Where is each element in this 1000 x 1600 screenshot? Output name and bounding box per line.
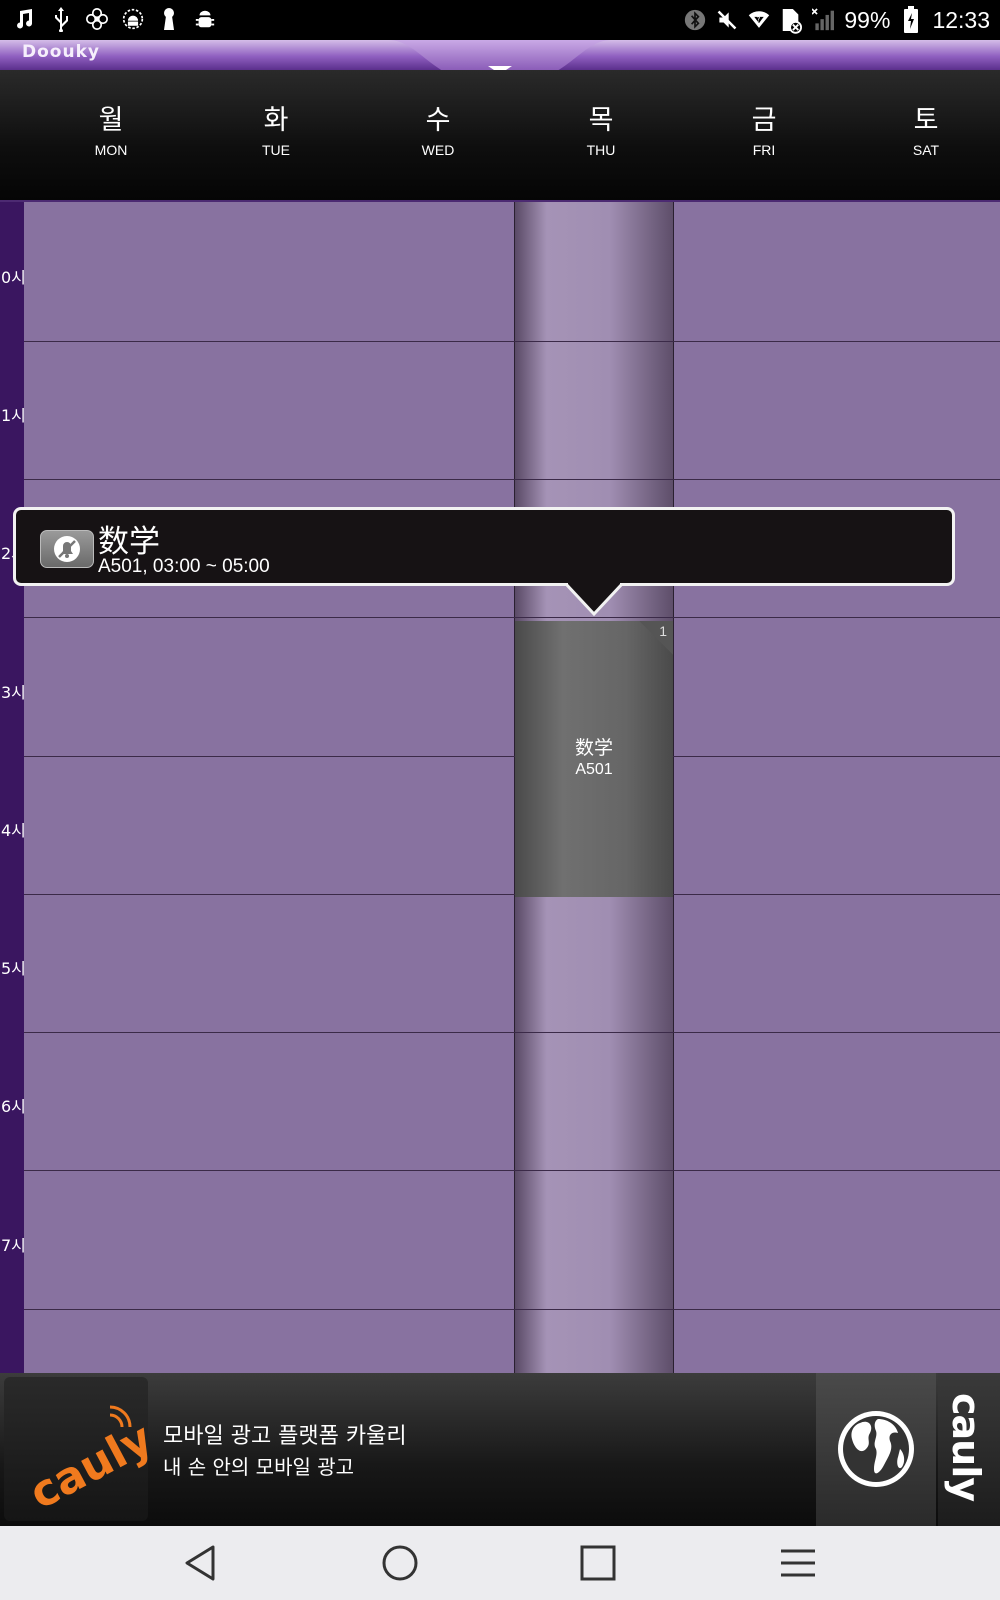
menu-button[interactable] — [768, 1538, 828, 1588]
svg-text:cauly: cauly — [21, 1413, 148, 1519]
event-block-math[interactable]: 1 数学 A501 — [515, 621, 673, 897]
day-ko-label: 토 — [913, 105, 939, 136]
hour-label: 5시 — [1, 959, 26, 978]
day-header-thu[interactable]: 목 THU — [556, 105, 646, 159]
alarm-toggle-button[interactable] — [40, 530, 94, 568]
day-ko-label: 금 — [751, 105, 777, 136]
day-ko-label: 수 — [425, 105, 451, 136]
day-header-mon[interactable]: 월 MON — [66, 105, 156, 159]
hour-column — [0, 202, 24, 1373]
hour-label: 1시 — [1, 406, 26, 425]
android-debug-icon — [122, 6, 144, 32]
hour-divider — [24, 1032, 1000, 1033]
back-icon — [185, 1545, 215, 1581]
hour-divider — [24, 617, 1000, 618]
hour-label: 7시 — [1, 1236, 26, 1255]
bluetooth-icon — [684, 7, 706, 33]
globe-icon — [838, 1411, 914, 1487]
back-button[interactable] — [170, 1538, 230, 1588]
event-corner-fold — [639, 621, 673, 655]
bug-icon — [194, 6, 216, 32]
hour-divider — [24, 894, 1000, 895]
popup-subtitle: A501, 03:00 ~ 05:00 — [98, 556, 270, 577]
hour-label: 6시 — [1, 1097, 26, 1116]
fan-icon — [86, 6, 108, 32]
cauly-logo[interactable]: cauly — [4, 1377, 161, 1521]
battery-icon — [900, 6, 922, 33]
hour-label: 3시 — [1, 683, 26, 702]
day-header-tue[interactable]: 화 TUE — [231, 105, 321, 159]
ad-side-logo[interactable]: cauly — [938, 1373, 1000, 1526]
ad-banner[interactable]: cauly 모바일 광고 플랫폼 카울리 내 손 안의 모바일 광고 cauly — [0, 1373, 1000, 1526]
sim-icon — [780, 7, 803, 34]
hour-label: 4시 — [1, 821, 26, 840]
wifi-icon: ? — [748, 7, 770, 33]
day-en-label: MON — [94, 142, 128, 158]
ad-headline: 모바일 광고 플랫폼 카울리 — [163, 1424, 407, 1449]
recents-button[interactable] — [568, 1538, 628, 1588]
popup-title: 数学 — [98, 524, 160, 560]
day-ko-label: 월 — [98, 105, 124, 136]
day-header-fri[interactable]: 금 FRI — [719, 105, 809, 159]
day-header-wed[interactable]: 수 WED — [393, 105, 483, 159]
home-icon — [382, 1545, 418, 1581]
signal-icon — [812, 7, 835, 33]
svg-text:?: ? — [757, 15, 761, 24]
day-en-label: THU — [586, 142, 616, 158]
event-room: A501 — [575, 761, 613, 778]
clock: 12:33 — [932, 6, 990, 33]
day-en-label: TUE — [262, 142, 290, 158]
mute-icon — [716, 7, 738, 33]
navigation-bar — [0, 1526, 1000, 1600]
day-en-label: FRI — [752, 142, 776, 158]
menu-icon — [781, 1549, 815, 1577]
event-count: 1 — [659, 623, 667, 639]
day-en-label: WED — [421, 142, 455, 158]
day-header: 월 MON 화 TUE 수 WED 목 THU 금 FRI 토 SAT — [0, 70, 1000, 202]
hour-divider — [24, 341, 1000, 342]
day-ko-label: 목 — [588, 105, 614, 136]
app-brand-label: Doouky — [22, 42, 100, 62]
day-header-sat[interactable]: 토 SAT — [881, 105, 971, 159]
ad-subline: 내 손 안의 모바일 광고 — [163, 1455, 355, 1479]
day-en-label: SAT — [912, 142, 940, 158]
hour-divider — [24, 756, 1000, 757]
battery-percent: 99% — [844, 6, 891, 33]
usb-icon — [50, 6, 72, 32]
day-ko-label: 화 — [263, 105, 289, 136]
hour-divider — [24, 1309, 1000, 1310]
hour-label: 0시 — [1, 268, 26, 287]
music-icon — [14, 6, 36, 32]
keyhole-icon — [158, 6, 180, 32]
recents-icon — [580, 1545, 616, 1581]
alarm-off-icon — [54, 536, 80, 562]
hour-divider — [24, 1170, 1000, 1171]
ad-globe-button[interactable] — [816, 1373, 936, 1526]
home-button[interactable] — [370, 1538, 430, 1588]
timetable-grid[interactable]: 0시 1시 2시 3시 4시 5시 6시 7시 1 数学 A501 — [0, 202, 1000, 1373]
hour-divider — [24, 479, 1000, 480]
ad-side-logo-text: cauly — [944, 1393, 988, 1502]
status-bar: ? 99% 12:33 — [0, 0, 1000, 40]
popup-pointer — [566, 582, 622, 616]
event-title: 数学 — [574, 737, 613, 759]
event-popup[interactable]: 数学 A501, 03:00 ~ 05:00 — [13, 507, 955, 586]
